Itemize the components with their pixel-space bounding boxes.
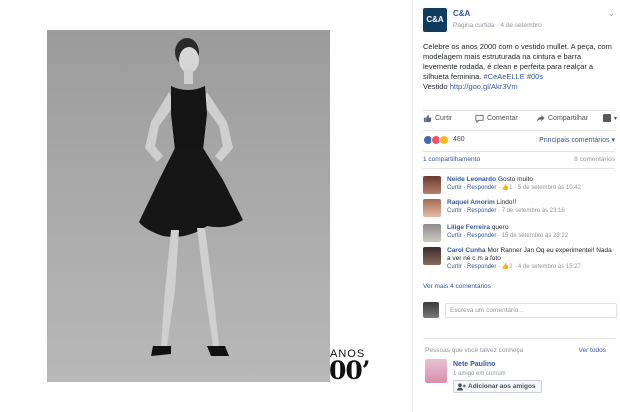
- reactions-row: 480 Principais comentários ▾: [423, 135, 615, 147]
- share-label: Compartilhar: [548, 115, 589, 122]
- share-icon: [536, 114, 545, 123]
- comment-author[interactable]: Carol Cunha: [447, 247, 486, 254]
- divider: [423, 168, 615, 169]
- page-logo[interactable]: C&A: [423, 8, 447, 32]
- comment-input[interactable]: Escreva um comentário...: [445, 303, 617, 318]
- divider: [423, 110, 615, 111]
- post-panel: C&A C&A Página curtida · 4 de setembro ⌄…: [412, 0, 620, 412]
- avatar[interactable]: [423, 176, 441, 194]
- add-friend-label: Adicionar aos amigos: [468, 383, 536, 390]
- post-image-area[interactable]: ANOS 00’: [0, 0, 412, 412]
- comment-item: Carol Cunha Mor Ranner Jan Oq eu experim…: [423, 247, 615, 277]
- divider: [423, 151, 615, 152]
- avatar: [603, 114, 611, 122]
- photo-caption-00: 00’: [329, 356, 370, 385]
- comment-sort[interactable]: Principais comentários ▾: [539, 136, 615, 144]
- comment-icon: [475, 114, 484, 123]
- comment-actions[interactable]: Curtir · Responder ·: [447, 264, 502, 270]
- divider: [423, 338, 615, 339]
- share-button[interactable]: Compartilhar: [536, 114, 588, 123]
- suggestions-title: Pessoas que você talvez conheça: [425, 347, 524, 354]
- post-link[interactable]: http://goo.gl/Akr3Vm: [450, 82, 518, 91]
- model-figure: [139, 38, 243, 356]
- friend-name[interactable]: Nete Paulino: [453, 361, 495, 368]
- comment-time: 7 de setembro às 23:16: [501, 208, 565, 214]
- comment-item: Lilige Ferreira quero Curtir · Responder…: [423, 224, 615, 244]
- add-friend-button[interactable]: Adicionar aos amigos: [453, 380, 542, 393]
- post-hashtags[interactable]: #CeAeELLE #00s: [483, 72, 543, 81]
- chevron-down-icon[interactable]: ⌄: [607, 8, 615, 19]
- page-name[interactable]: C&A: [453, 9, 470, 18]
- comment-text: Lindo!!: [496, 199, 517, 206]
- like-button[interactable]: Curtir: [423, 114, 452, 123]
- comment-text: quero: [491, 224, 509, 231]
- comment-author[interactable]: Neide Leonardo: [447, 176, 496, 183]
- wow-reaction-icon[interactable]: [439, 135, 449, 145]
- post-meta: Página curtida · 4 de setembro: [453, 22, 542, 29]
- comment-time: 15 de setembro às 23:22: [501, 233, 569, 239]
- post-summary: 1 compartilhamento 8 comentários: [423, 156, 615, 163]
- comment-actions[interactable]: Curtir · Responder ·: [447, 208, 502, 214]
- profile-selector[interactable]: ▾: [603, 114, 617, 122]
- friend-suggestion: Nete Paulino 1 amigo em comum Adicionar …: [425, 359, 615, 399]
- add-friend-icon: [457, 382, 466, 390]
- post-photo[interactable]: [47, 30, 330, 382]
- comments-count[interactable]: 8 comentários: [574, 156, 615, 163]
- comment-actions[interactable]: Curtir · Responder ·: [447, 233, 502, 239]
- write-comment-row: Escreva um comentário...: [423, 302, 617, 320]
- view-more-comments[interactable]: Ver mais 4 comentários: [423, 283, 491, 290]
- avatar[interactable]: [423, 247, 441, 265]
- like-label: Curtir: [435, 115, 453, 122]
- comment-author[interactable]: Lilige Ferreira: [447, 224, 490, 231]
- avatar[interactable]: [423, 199, 441, 217]
- comment-item: Neide Leonardo Gosto muito Curtir · Resp…: [423, 176, 615, 196]
- comment-label: Comentar: [487, 115, 518, 122]
- avatar[interactable]: [423, 302, 439, 318]
- mutual-friends[interactable]: 1 amigo em comum: [453, 371, 506, 377]
- see-all-link[interactable]: Ver todos: [579, 347, 606, 354]
- comment-time: · 5 de setembro às 10:42: [512, 185, 581, 191]
- comment-actions[interactable]: Curtir · Responder ·: [447, 185, 502, 191]
- reaction-count[interactable]: 480: [453, 136, 465, 143]
- avatar[interactable]: [423, 224, 441, 242]
- comment-time: · 4 de setembro às 15:27: [512, 264, 581, 270]
- shares-count[interactable]: 1 compartilhamento: [423, 156, 480, 163]
- thumbs-up-icon: [423, 114, 432, 123]
- comment-author[interactable]: Raquel Amorim: [447, 199, 495, 206]
- avatar[interactable]: [425, 359, 447, 383]
- comment-item: Raquel Amorim Lindo!! Curtir · Responder…: [423, 199, 615, 219]
- post-text: Celebre os anos 2000 com o vestido mulle…: [423, 42, 615, 92]
- post-actions: Curtir Comentar Compartilhar ▾: [423, 114, 617, 128]
- chevron-down-icon: ▾: [614, 115, 618, 122]
- post-header: C&A C&A Página curtida · 4 de setembro ⌄: [423, 8, 615, 34]
- comment-text: Gosto muito: [497, 176, 533, 183]
- divider: [423, 130, 615, 131]
- comment-button[interactable]: Comentar: [475, 114, 518, 123]
- post-link-prefix: Vestido: [423, 82, 450, 91]
